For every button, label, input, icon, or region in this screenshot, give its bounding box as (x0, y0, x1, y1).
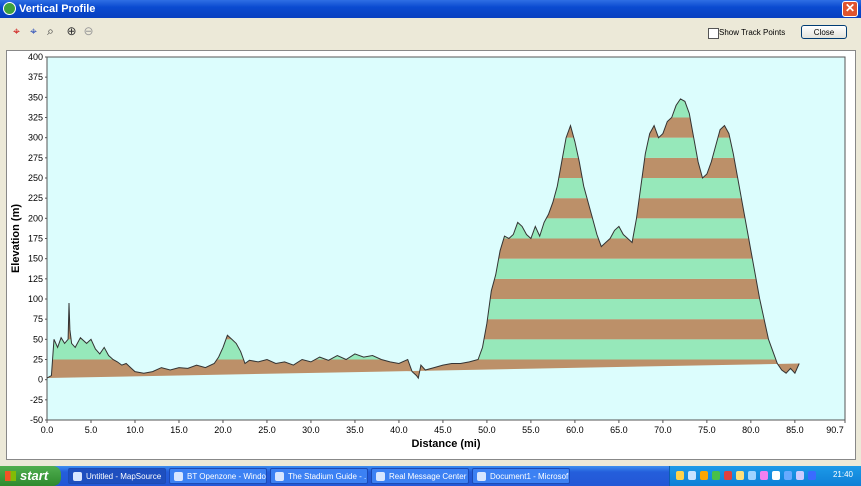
task-mapsource[interactable]: Untitled - MapSource (68, 468, 166, 484)
x-tick-label: 60.0 (566, 425, 584, 435)
x-tick-label: 25.0 (258, 425, 276, 435)
task-label: Document1 - Microsof... (490, 472, 570, 481)
tray-messenger-icon[interactable] (736, 471, 744, 480)
y-tick-label: 100 (28, 294, 43, 304)
x-tick-label: 35.0 (346, 425, 364, 435)
windows-logo-icon (5, 471, 16, 481)
zoom-in-icon[interactable]: ⊕ (64, 24, 79, 39)
x-tick-label: 50.0 (478, 425, 496, 435)
word-icon (477, 472, 486, 481)
task-label: BT Openzone - Windo... (187, 472, 267, 481)
y-tick-label: 125 (28, 274, 43, 284)
window-close-button[interactable]: ✕ (842, 1, 858, 17)
window-titlebar: Vertical Profile ✕ (0, 0, 861, 18)
x-tick-label: 5.0 (85, 425, 98, 435)
start-label: start (20, 468, 49, 483)
x-tick-label: 65.0 (610, 425, 628, 435)
app-globe-icon (3, 2, 16, 15)
y-tick-label: -50 (30, 415, 43, 425)
y-tick-label: 0 (38, 375, 43, 385)
real-icon (376, 472, 385, 481)
task-bt-openzone[interactable]: BT Openzone - Windo... (169, 468, 267, 484)
y-tick-label: 175 (28, 234, 43, 244)
y-tick-label: 375 (28, 72, 43, 82)
select-range-tool-icon[interactable]: ⌖ (26, 24, 41, 39)
task-label: Real Message Center (389, 472, 467, 481)
tray-wireless-icon[interactable] (688, 471, 696, 480)
tray-antivirus-icon[interactable] (724, 471, 732, 480)
x-tick-label: 20.0 (214, 425, 232, 435)
system-tray: 21:40 (669, 466, 861, 486)
x-tick-label: 85.0 (786, 425, 804, 435)
task-label: Untitled - MapSource (86, 472, 162, 481)
x-tick-label: 40.0 (390, 425, 408, 435)
close-icon: ✕ (844, 1, 856, 15)
close-button[interactable]: Close (801, 25, 847, 39)
show-track-points-checkbox[interactable] (708, 28, 719, 39)
elevation-profile-chart[interactable]: 4003753503253002752502252001751501251007… (7, 51, 855, 459)
window-title: Vertical Profile (19, 3, 96, 15)
zoom-out-icon[interactable]: ⊖ (81, 24, 96, 39)
y-tick-label: 50 (33, 334, 43, 344)
y-tick-label: 225 (28, 193, 43, 203)
ie-icon (174, 472, 183, 481)
chart-frame: 400 375 350 325 300 275 250 225 200 175 150 125 100 7… (6, 50, 856, 460)
taskbar: start Untitled - MapSource BT Openzone -… (0, 466, 861, 486)
y-tick-label: -25 (30, 395, 43, 405)
tray-update-icon[interactable] (748, 471, 756, 480)
x-tick-label: 55.0 (522, 425, 540, 435)
x-tick-label: 80.0 (742, 425, 760, 435)
tray-power-icon[interactable] (808, 471, 816, 480)
x-tick-label: 90.7 (826, 425, 844, 435)
y-tick-label: 25 (33, 355, 43, 365)
tray-security-icon[interactable] (712, 471, 720, 480)
x-tick-label: 30.0 (302, 425, 320, 435)
y-tick-label: 350 (28, 92, 43, 102)
task-real-message-center[interactable]: Real Message Center (371, 468, 469, 484)
y-tick-label: 400 (28, 52, 43, 62)
x-tick-label: 75.0 (698, 425, 716, 435)
start-button[interactable]: start (0, 466, 61, 486)
y-tick-label: 75 (33, 314, 43, 324)
tray-bluetooth-icon[interactable] (784, 471, 792, 480)
y-tick-label: 325 (28, 113, 43, 123)
ie-icon (275, 472, 284, 481)
y-tick-label: 200 (28, 213, 43, 223)
tray-display-icon[interactable] (772, 471, 780, 480)
task-word-document[interactable]: Document1 - Microsof... (472, 468, 570, 484)
x-tick-label: 70.0 (654, 425, 672, 435)
tray-network-icon[interactable] (676, 471, 684, 480)
y-tick-label: 250 (28, 173, 43, 183)
show-track-points-label: Show Track Points (719, 28, 786, 37)
task-label: The Stadium Guide - ... (288, 472, 368, 481)
system-clock: 21:40 (832, 470, 853, 479)
x-tick-label: 15.0 (170, 425, 188, 435)
zoom-select-tool-icon[interactable]: ⌕ (43, 24, 58, 39)
tray-volume-icon[interactable] (700, 471, 708, 480)
tray-app-icon[interactable] (760, 471, 768, 480)
select-point-tool-icon[interactable]: ⌖ (9, 24, 24, 39)
x-tick-label: 45.0 (434, 425, 452, 435)
task-stadium-guide[interactable]: The Stadium Guide - ... (270, 468, 368, 484)
x-tick-label: 10.0 (126, 425, 144, 435)
y-tick-label: 150 (28, 254, 43, 264)
y-tick-label: 275 (28, 153, 43, 163)
mapsource-icon (73, 472, 82, 481)
tray-printer-icon[interactable] (796, 471, 804, 480)
y-tick-label: 300 (28, 133, 43, 143)
x-tick-label: 0.0 (41, 425, 54, 435)
y-axis-label: Elevation (m) (10, 204, 22, 273)
x-axis-label: Distance (mi) (411, 438, 480, 450)
